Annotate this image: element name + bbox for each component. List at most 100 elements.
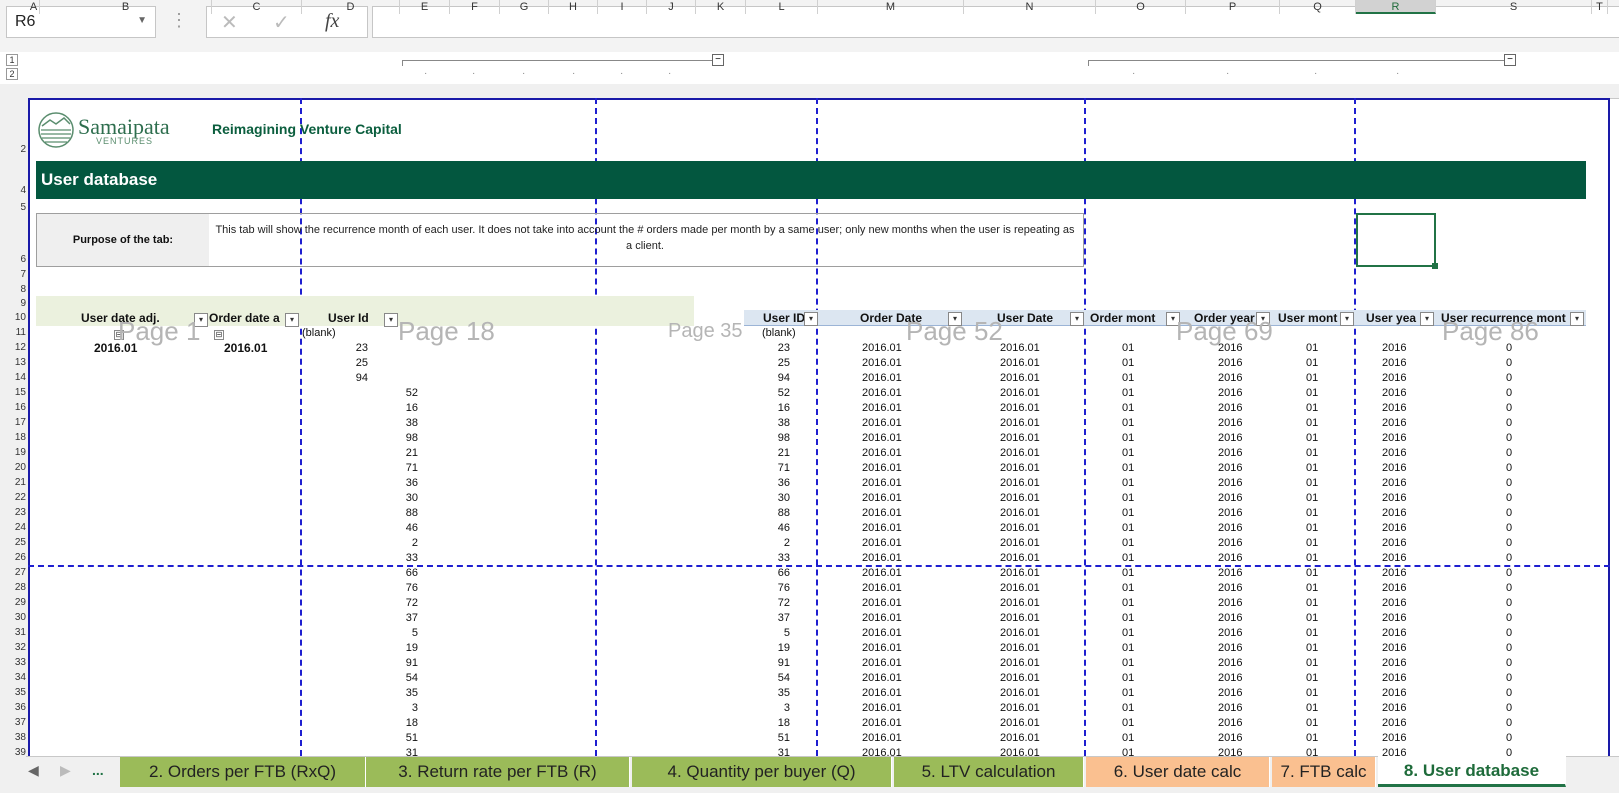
table-recurrence-cell[interactable]: 0 [1506, 551, 1516, 566]
table-user-date-cell[interactable]: 2016.01 [1000, 446, 1040, 461]
sheet-tab-3[interactable]: 3. Return rate per FTB (R) [366, 757, 630, 787]
table-recurrence-cell[interactable]: 0 [1506, 371, 1516, 386]
table-user-year-cell[interactable]: 2016 [1382, 506, 1408, 521]
row-header-17[interactable]: 17 [0, 417, 26, 428]
column-header-q[interactable]: Q [1280, 0, 1356, 14]
row-header-11[interactable]: 11 [0, 327, 26, 338]
row-header-28[interactable]: 28 [0, 582, 26, 593]
column-header-h[interactable]: H [549, 0, 598, 14]
column-header-i[interactable]: I [598, 0, 647, 14]
pivot-user-id-cell[interactable]: 98 [380, 431, 418, 446]
row-header-29[interactable]: 29 [0, 597, 26, 608]
table-order-month-cell[interactable]: 01 [1122, 356, 1136, 371]
table-user-month-cell[interactable]: 01 [1306, 446, 1320, 461]
row-header-7[interactable]: 7 [0, 269, 26, 280]
table-user-year-cell[interactable]: 2016 [1382, 461, 1408, 476]
column-header-s[interactable]: S [1436, 0, 1592, 14]
table-order-date-cell[interactable]: 2016.01 [862, 461, 902, 476]
table-user-id-cell[interactable]: 98 [754, 431, 790, 446]
row-header-36[interactable]: 36 [0, 702, 26, 713]
sheet-tab-5[interactable]: 5. LTV calculation [894, 757, 1084, 787]
table-user-id-cell[interactable]: 71 [754, 461, 790, 476]
table-recurrence-cell[interactable]: 0 [1506, 611, 1516, 626]
table-user-date-cell[interactable]: 2016.01 [1000, 641, 1040, 656]
table-recurrence-cell[interactable]: 0 [1506, 566, 1516, 581]
table-order-year-cell[interactable]: 2016 [1218, 506, 1244, 521]
collapse-icon[interactable]: ⊟ [214, 330, 224, 340]
table-user-year-cell[interactable]: 2016 [1382, 671, 1408, 686]
table-user-month-cell[interactable]: 01 [1306, 521, 1320, 536]
table-order-year-cell[interactable]: 2016 [1218, 641, 1244, 656]
table-order-year-cell[interactable]: 2016 [1218, 401, 1244, 416]
pivot-user-id-cell[interactable]: 52 [380, 386, 418, 401]
row-header-8[interactable]: 8 [0, 284, 26, 295]
sheet-tab-4[interactable]: 4. Quantity per buyer (Q) [632, 757, 892, 787]
column-header-m[interactable]: M [818, 0, 964, 14]
table-order-month-cell[interactable]: 01 [1122, 671, 1136, 686]
table-order-date-cell[interactable]: 2016.01 [862, 656, 902, 671]
table-user-date-cell[interactable]: 2016.01 [1000, 566, 1040, 581]
table-user-year-cell[interactable]: 2016 [1382, 356, 1408, 371]
table-user-id-cell[interactable]: 30 [754, 491, 790, 506]
table-user-date-cell[interactable]: 2016.01 [1000, 491, 1040, 506]
pivot-user-id-cell[interactable]: 23 [330, 341, 368, 356]
fill-handle[interactable] [1432, 263, 1438, 269]
table-recurrence-cell[interactable]: 0 [1506, 491, 1516, 506]
table-order-month-cell[interactable]: 01 [1122, 596, 1136, 611]
table-user-month-cell[interactable]: 01 [1306, 641, 1320, 656]
table-user-year-cell[interactable]: 2016 [1382, 626, 1408, 641]
table-order-month-cell[interactable]: 01 [1122, 386, 1136, 401]
table-user-date-cell[interactable]: 2016.01 [1000, 671, 1040, 686]
table-user-id-cell[interactable]: 18 [754, 716, 790, 731]
table-order-year-cell[interactable]: 2016 [1218, 341, 1244, 356]
filter-dropdown-icon[interactable]: ▾ [285, 313, 299, 327]
table-user-month-cell[interactable]: 01 [1306, 626, 1320, 641]
row-header-4[interactable]: 4 [0, 185, 26, 196]
table-recurrence-cell[interactable]: 0 [1506, 446, 1516, 461]
filter-dropdown-icon[interactable]: ▾ [1340, 312, 1354, 326]
table-order-year-cell[interactable]: 2016 [1218, 656, 1244, 671]
table-order-year-cell[interactable]: 2016 [1218, 521, 1244, 536]
table-user-year-cell[interactable]: 2016 [1382, 701, 1408, 716]
table-user-id-cell[interactable]: 72 [754, 596, 790, 611]
table-order-date-cell[interactable]: 2016.01 [862, 491, 902, 506]
table-order-date-cell[interactable]: 2016.01 [862, 536, 902, 551]
table-order-year-cell[interactable]: 2016 [1218, 416, 1244, 431]
pivot-user-id-cell[interactable]: 66 [380, 566, 418, 581]
row-header-18[interactable]: 18 [0, 432, 26, 443]
table-blank-cell[interactable]: (blank) [762, 326, 796, 341]
table-user-month-cell[interactable]: 01 [1306, 386, 1320, 401]
table-user-date-cell[interactable]: 2016.01 [1000, 596, 1040, 611]
sheet-tab-6[interactable]: 6. User date calc [1086, 757, 1270, 787]
table-order-date-cell[interactable]: 2016.01 [862, 581, 902, 596]
row-header-30[interactable]: 30 [0, 612, 26, 623]
table-user-year-cell[interactable]: 2016 [1382, 566, 1408, 581]
table-user-month-cell[interactable]: 01 [1306, 491, 1320, 506]
pivot-user-id-cell[interactable]: 94 [330, 371, 368, 386]
table-order-date-cell[interactable]: 2016.01 [862, 446, 902, 461]
table-user-id-cell[interactable]: 2 [754, 536, 790, 551]
table-user-year-cell[interactable]: 2016 [1382, 446, 1408, 461]
row-header-6[interactable]: 6 [0, 254, 26, 265]
table-order-month-cell[interactable]: 01 [1122, 536, 1136, 551]
table-recurrence-cell[interactable]: 0 [1506, 461, 1516, 476]
table-user-id-cell[interactable]: 37 [754, 611, 790, 626]
column-header-d[interactable]: D [302, 0, 400, 14]
table-order-year-cell[interactable]: 2016 [1218, 626, 1244, 641]
table-order-month-cell[interactable]: 01 [1122, 701, 1136, 716]
table-user-month-cell[interactable]: 01 [1306, 701, 1320, 716]
table-order-year-cell[interactable]: 2016 [1218, 686, 1244, 701]
table-order-year-cell[interactable]: 2016 [1218, 596, 1244, 611]
pivot-user-id-cell[interactable]: 72 [380, 596, 418, 611]
table-user-month-cell[interactable]: 01 [1306, 341, 1320, 356]
table-order-year-cell[interactable]: 2016 [1218, 476, 1244, 491]
sheet-tab-7[interactable]: 7. FTB calc [1272, 757, 1376, 787]
chevron-down-icon[interactable]: ▼ [137, 15, 147, 26]
table-user-id-cell[interactable]: 54 [754, 671, 790, 686]
table-recurrence-cell[interactable]: 0 [1506, 641, 1516, 656]
table-user-year-cell[interactable]: 2016 [1382, 341, 1408, 356]
table-order-month-cell[interactable]: 01 [1122, 581, 1136, 596]
table-order-year-cell[interactable]: 2016 [1218, 611, 1244, 626]
table-order-year-cell[interactable]: 2016 [1218, 731, 1244, 746]
column-header-j[interactable]: J [647, 0, 696, 14]
